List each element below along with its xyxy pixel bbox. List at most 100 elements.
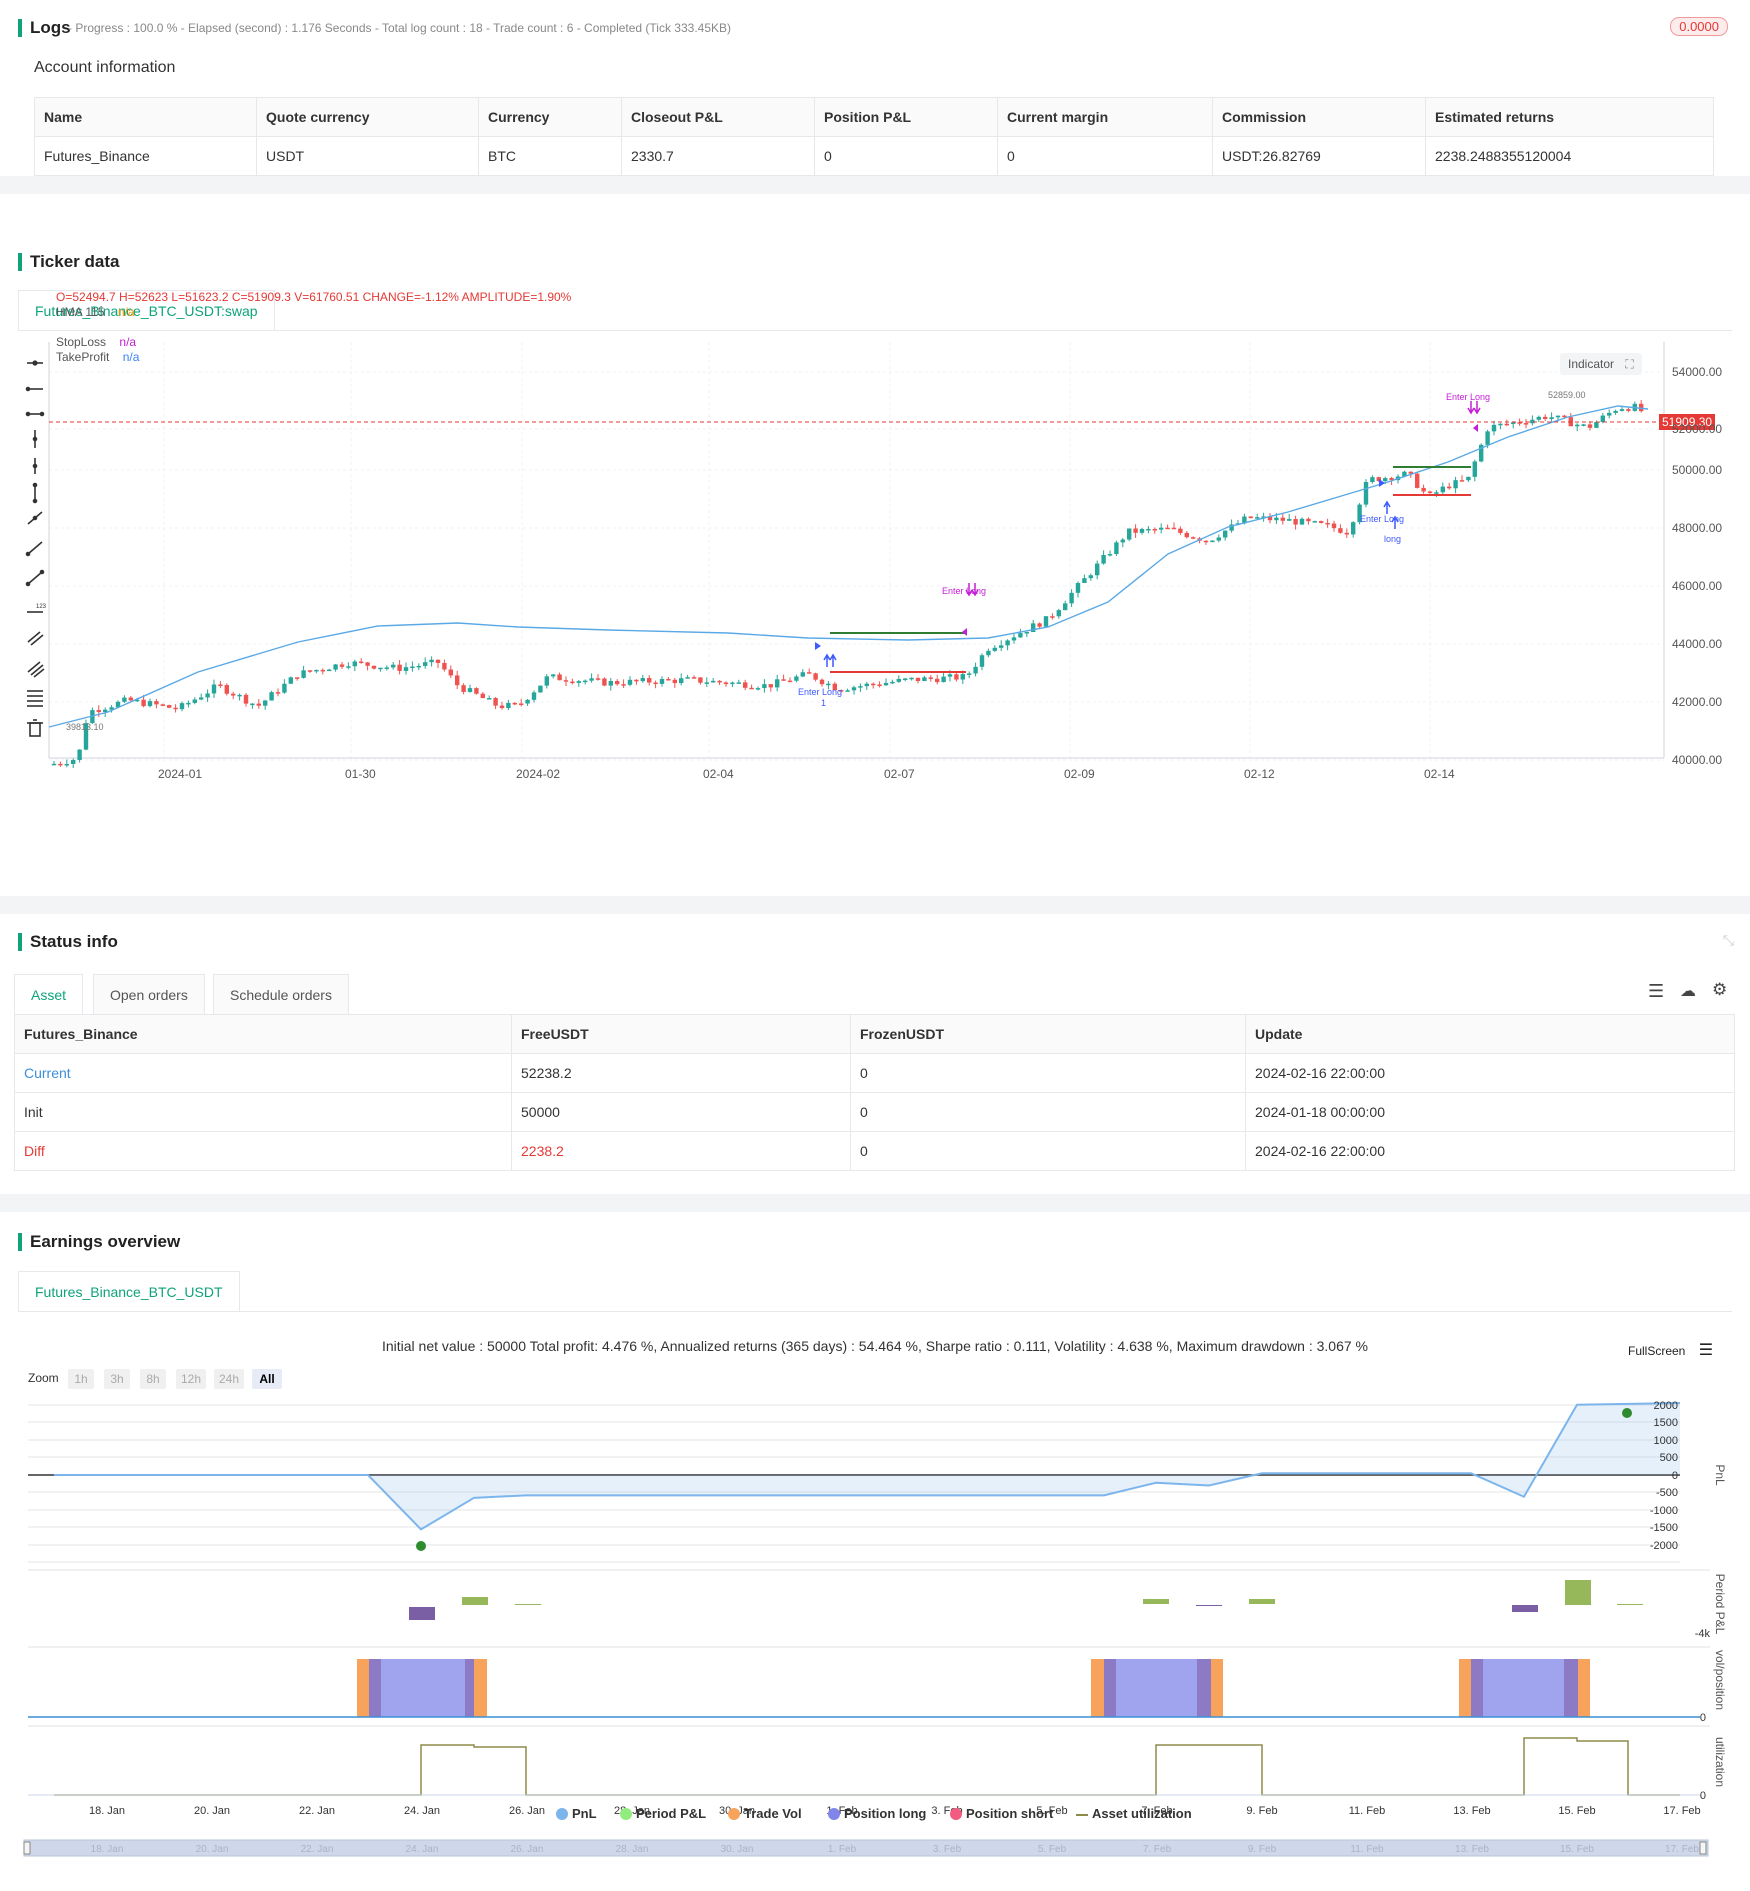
candle-body	[327, 669, 332, 672]
legend-asset-utilization[interactable]: Asset utilization	[1076, 1806, 1192, 1821]
candle-body	[1088, 575, 1093, 579]
account-col-commission: Commission	[1212, 97, 1426, 137]
exit-label-1: Enter Long	[942, 586, 986, 596]
legend-dot	[620, 1808, 632, 1820]
hma-legend: HMA 115 n/a	[56, 305, 135, 319]
legend-trade-vol[interactable]: Trade Vol	[728, 1806, 802, 1821]
candle-body	[1562, 415, 1567, 418]
legend-pnl[interactable]: PnL	[556, 1806, 597, 1821]
candle-body	[538, 685, 543, 693]
candle-body	[691, 677, 697, 679]
earnings-chart[interactable]: 2000 1500 1000 500 0 -500 -1000 -1500 -2…	[0, 1400, 1750, 1860]
earnings-x-tick: 20. Jan	[194, 1805, 230, 1817]
candle-body	[1101, 555, 1106, 564]
candle-body	[1063, 603, 1068, 611]
cloud-download-icon[interactable]: ☁	[1680, 981, 1696, 1001]
account-col-margin: Current margin	[997, 97, 1213, 137]
collapse-icon[interactable]: ⤡	[1723, 932, 1734, 949]
candle-body	[1331, 523, 1337, 529]
candle-body	[1363, 481, 1369, 505]
period-tick: -4k	[1695, 1628, 1711, 1640]
candle-body	[506, 702, 511, 709]
candle-body	[295, 677, 300, 679]
zoom-8h[interactable]: 8h	[140, 1369, 166, 1389]
candle-body	[1018, 633, 1023, 638]
tab-schedule-orders[interactable]: Schedule orders	[213, 974, 349, 1014]
legend-position-long[interactable]: Position long	[828, 1806, 926, 1821]
candle-body	[250, 703, 255, 706]
logs-panel: Logs - Progress : 100.0 % - Elapsed (sec…	[0, 0, 1750, 176]
candle-body	[954, 674, 959, 680]
asset-row-current[interactable]: Current	[14, 1053, 512, 1093]
status-title: Status info	[18, 932, 118, 952]
candle-body	[1037, 623, 1042, 627]
zoom-all[interactable]: All	[252, 1369, 282, 1389]
candle-body	[1555, 415, 1561, 418]
candle-body	[1306, 518, 1311, 522]
candle-body	[525, 699, 530, 704]
ticker-panel: Ticker data Futures_Binance_BTC_USDT:swa…	[0, 194, 1750, 896]
candlestick-chart[interactable]: 51909.30 54000.00 52000.00 50000.00 4800…	[48, 342, 1748, 812]
legend-dot	[556, 1808, 568, 1820]
candle-body	[1415, 473, 1420, 488]
earnings-summary: Initial net value : 50000 Total profit: …	[381, 1338, 1368, 1354]
earnings-x-tick: 9. Feb	[1246, 1805, 1277, 1817]
candle-body	[807, 672, 812, 674]
tab-underline	[18, 1311, 1732, 1312]
candle-body	[845, 690, 850, 692]
legend-position-short[interactable]: Position short	[950, 1806, 1053, 1821]
candle-body	[627, 679, 633, 685]
earnings-x-tick: 26. Jan	[509, 1805, 545, 1817]
time-tick: 02-12	[1244, 767, 1275, 781]
menu-icon[interactable]: ☰	[1699, 1342, 1713, 1359]
candle-body	[1005, 640, 1010, 646]
zoom-3h[interactable]: 3h	[104, 1369, 130, 1389]
tab-earnings-symbol[interactable]: Futures_Binance_BTC_USDT	[18, 1271, 240, 1311]
candle-body	[487, 698, 492, 700]
enter-long-label-2: Enter Long	[1360, 514, 1404, 524]
candle-body	[909, 677, 914, 680]
account-col-returns: Estimated returns	[1425, 97, 1714, 137]
candle-body	[1504, 423, 1509, 426]
logs-progress: - Progress : 100.0 % - Elapsed (second) …	[68, 21, 732, 35]
asset-header-row: Futures_Binance FreeUSDT FrozenUSDT Upda…	[14, 1014, 1735, 1054]
pnl-tick: 500	[1660, 1452, 1678, 1464]
account-title: Account information	[34, 59, 176, 76]
pnl-axis-label: PnL	[1713, 1464, 1727, 1486]
fullscreen-button[interactable]: FullScreen ☰	[1628, 1340, 1713, 1360]
logs-badge: 0.0000	[1670, 17, 1728, 36]
candle-body	[474, 688, 479, 694]
price-tick: 52000.00	[1672, 422, 1722, 436]
list-icon[interactable]: ☰	[1648, 981, 1664, 1002]
legend-period-pnl[interactable]: Period P&L	[620, 1806, 706, 1821]
zoom-1h[interactable]: 1h	[68, 1369, 94, 1389]
candle-body	[154, 701, 159, 705]
indicator-button[interactable]: Indicator ⛶	[1560, 353, 1642, 375]
candle-body	[768, 684, 773, 688]
earnings-x-tick: 13. Feb	[1453, 1805, 1490, 1817]
candle-body	[717, 680, 722, 683]
candle-body	[640, 678, 645, 682]
low-price-label: 39813.10	[66, 722, 104, 732]
navigator-tick: 17. Feb	[1665, 1844, 1699, 1855]
candle-body	[1280, 517, 1285, 521]
navigator-right-handle[interactable]	[1699, 1841, 1707, 1855]
candle-body	[1383, 478, 1388, 482]
tab-asset[interactable]: Asset	[14, 974, 84, 1014]
navigator-tick: 7. Feb	[1143, 1844, 1172, 1855]
expand-icon[interactable]: ⛶	[1625, 357, 1633, 371]
earnings-title: Earnings overview	[18, 1232, 180, 1252]
vol-zero-tick: 0	[1700, 1712, 1706, 1724]
high-price-label: 52859.00	[1548, 390, 1586, 400]
navigator-left-handle[interactable]	[23, 1841, 31, 1855]
price-grid	[49, 342, 1664, 761]
candle-body	[576, 681, 581, 683]
gear-icon[interactable]: ⚙	[1712, 980, 1727, 1000]
zoom-24h[interactable]: 24h	[214, 1369, 244, 1389]
zoom-12h[interactable]: 12h	[176, 1369, 206, 1389]
candle-body	[269, 692, 274, 701]
candle-body	[1299, 518, 1305, 525]
candle-body	[1421, 487, 1426, 492]
tab-open-orders[interactable]: Open orders	[93, 974, 205, 1014]
status-panel: Status info ⤡ Asset Open orders Schedule…	[0, 914, 1750, 1194]
